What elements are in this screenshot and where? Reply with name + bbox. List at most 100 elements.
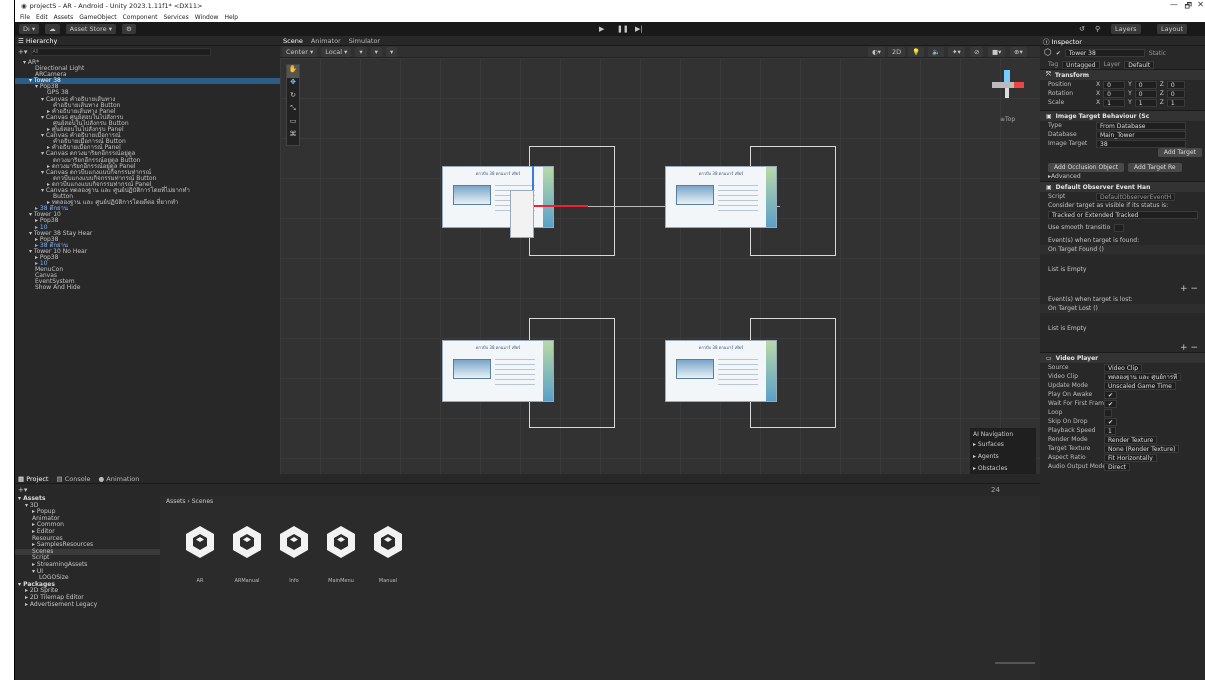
position-y[interactable]: 0 <box>1134 80 1157 89</box>
image-target-dropdown[interactable]: 38 <box>1096 139 1186 148</box>
layout-dropdown[interactable]: Layout <box>1157 24 1188 34</box>
image-target-header[interactable]: ▣ Image Target Behaviour (Sc <box>1040 110 1205 121</box>
close-button[interactable]: ✕ <box>1197 0 1204 9</box>
script-field[interactable]: DefaultObserverEventH <box>1096 192 1176 201</box>
video-player-header[interactable]: ▭ Video Player <box>1040 352 1205 363</box>
unity-scene-icon[interactable] <box>229 524 265 560</box>
position-z[interactable]: 0 <box>1166 80 1185 89</box>
rotation-y[interactable]: 0 <box>1134 89 1157 98</box>
layers-dropdown[interactable]: Layers <box>1111 24 1141 34</box>
add-target-re-button[interactable]: Add Target Re <box>1128 163 1182 172</box>
tab-project[interactable]: ▦ Project <box>18 475 48 483</box>
menu-file[interactable]: File <box>20 14 30 21</box>
zoom-slider[interactable] <box>995 662 1035 664</box>
project-folder[interactable]: ▾ UI <box>15 568 160 576</box>
tag-dropdown[interactable]: Untagged <box>1062 60 1100 69</box>
field-value[interactable]: 1 <box>1104 426 1116 435</box>
scale-z[interactable]: 1 <box>1166 98 1185 107</box>
pause-icon[interactable]: ❚❚ <box>617 25 629 33</box>
asset-store-button[interactable]: Asset Store ▾ <box>65 24 116 34</box>
camera-icon[interactable]: ■▾ <box>988 46 1006 57</box>
settings-icon[interactable]: ⚙ <box>121 24 136 34</box>
move-tool-icon[interactable]: ✥ <box>287 78 299 91</box>
field-value[interactable]: Direct <box>1104 462 1130 471</box>
tab-scene[interactable]: Scene <box>283 37 303 45</box>
target-card[interactable]: ดกวบีบ 38 ตกมมาร์ เทียร์ <box>442 340 554 402</box>
undo-history-icon[interactable]: ↺ <box>1079 25 1085 33</box>
scale-y[interactable]: 1 <box>1134 98 1157 107</box>
static-toggle[interactable]: Static <box>1149 50 1166 57</box>
rotate-tool-icon[interactable]: ↻ <box>287 91 299 104</box>
menu-services[interactable]: Services <box>163 14 188 21</box>
menu-assets[interactable]: Assets <box>54 14 74 21</box>
target-card[interactable]: ดกวบีบ 38 ตกมมาร์ เทียร์ <box>665 340 777 402</box>
lighting-icon[interactable]: 💡 <box>908 46 925 57</box>
field-value[interactable]: Video Clip <box>1104 363 1143 372</box>
add-icon[interactable]: +▾ <box>18 48 27 56</box>
account-button[interactable]: Dı ▾ <box>19 24 40 34</box>
scale-x[interactable]: 1 <box>1103 98 1126 107</box>
tab-simulator[interactable]: Simulator <box>349 37 380 45</box>
draw-mode-dropdown[interactable]: ◐▾ <box>868 46 885 57</box>
play-icon[interactable]: ▶ <box>599 25 604 33</box>
orientation-gizmo[interactable] <box>988 66 1028 112</box>
observer-header[interactable]: ▣ Default Observer Event Han <box>1040 181 1205 192</box>
target-card[interactable]: ดกวบีบ 38 ตกมมาร์ เทียร์ <box>665 166 777 228</box>
field-value[interactable]: ทดลองฐาน และ ศูนย์การที่ <box>1104 372 1182 381</box>
field-value[interactable]: ✔ <box>1104 417 1118 426</box>
field-value[interactable] <box>1104 408 1112 417</box>
transform-header[interactable]: ⤧ Transform <box>1040 69 1205 80</box>
unity-scene-icon[interactable] <box>370 524 406 560</box>
menu-gameobject[interactable]: GameObject <box>79 14 116 21</box>
field-value[interactable]: Render Texture <box>1104 435 1158 444</box>
gizmos-icon[interactable]: ⊕▾ <box>1010 46 1027 57</box>
add-target-button[interactable]: Add Target <box>1157 148 1202 157</box>
type-dropdown[interactable]: From Database <box>1096 121 1186 130</box>
field-value[interactable]: ✔ <box>1104 390 1118 399</box>
inspector-tab[interactable]: ⓘ Inspector <box>1043 36 1082 46</box>
increment-snap-dropdown[interactable]: ▾ <box>370 46 382 57</box>
add-occlusion-button[interactable]: Add Occlusion Object <box>1048 163 1125 172</box>
menu-component[interactable]: Component <box>123 14 158 21</box>
field-value[interactable]: Fit Horizontally <box>1104 453 1157 462</box>
audio-icon[interactable]: 🔈 <box>928 46 945 57</box>
obstacles-item[interactable]: ▸ Obstacles <box>973 465 1033 472</box>
hierarchy-item[interactable]: Show And Hide <box>15 285 280 291</box>
minimize-button[interactable]: — <box>1170 0 1178 9</box>
move-handle-x[interactable] <box>532 205 588 207</box>
rotation-x[interactable]: 0 <box>1103 89 1126 98</box>
rotation-z[interactable]: 0 <box>1166 89 1185 98</box>
advanced-foldout[interactable]: ▸ Advanced <box>1040 172 1205 181</box>
pivot-local-dropdown[interactable]: Local ▾ <box>321 46 352 57</box>
cloud-button[interactable]: ☁ <box>45 24 60 34</box>
target-card[interactable]: ดกวบีบ 38 ตกมมาร์ เทียร์ <box>442 166 554 228</box>
rect-tool-icon[interactable]: ▭ <box>287 117 299 130</box>
pivot-center-dropdown[interactable]: Center ▾ <box>282 46 318 57</box>
position-x[interactable]: 0 <box>1103 80 1126 89</box>
field-value[interactable]: Unscaled Game Time <box>1104 381 1176 390</box>
search-icon[interactable]: ⚲ <box>1095 25 1100 33</box>
field-value[interactable]: None (Render Texture) <box>1104 444 1180 453</box>
hierarchy-search-input[interactable] <box>31 48 212 56</box>
effects-icon[interactable]: ✦▾ <box>948 46 965 57</box>
hand-tool-icon[interactable]: ✋ <box>287 65 299 78</box>
object-name-field[interactable]: Tower 38 <box>1064 49 1145 57</box>
agents-item[interactable]: ▸ Agents <box>973 453 1033 460</box>
project-folder[interactable]: ▸ Advertisement Legacy <box>15 601 160 609</box>
step-icon[interactable]: ▶| <box>635 25 643 33</box>
hierarchy-tab[interactable]: ☰ Hierarchy <box>18 37 57 45</box>
menu-edit[interactable]: Edit <box>36 14 48 21</box>
unity-scene-icon[interactable] <box>182 524 218 560</box>
menu-help[interactable]: Help <box>224 14 238 21</box>
surfaces-item[interactable]: ▸ Surfaces <box>973 441 1033 448</box>
active-checkbox[interactable]: ✔ <box>1056 50 1061 57</box>
status-dropdown[interactable]: Tracked or Extended Tracked <box>1048 210 1198 219</box>
view-options-dropdown[interactable]: ▾ <box>385 46 398 57</box>
transform-tool-icon[interactable]: ⌘ <box>287 130 299 143</box>
create-icon[interactable]: +▾ <box>18 486 27 494</box>
add-event-button[interactable]: + − <box>1180 284 1198 294</box>
scene-viewport[interactable]: ✋ ✥ ↻ ⤡ ▭ ⌘ ≡Top ดกวบีบ 38 ตกมมาร์ เทียร… <box>280 58 1040 488</box>
add-event-button[interactable]: + − <box>1180 343 1198 353</box>
tab-animation[interactable]: ● Animation <box>99 475 140 483</box>
layer-dropdown[interactable]: Default <box>1124 60 1155 69</box>
